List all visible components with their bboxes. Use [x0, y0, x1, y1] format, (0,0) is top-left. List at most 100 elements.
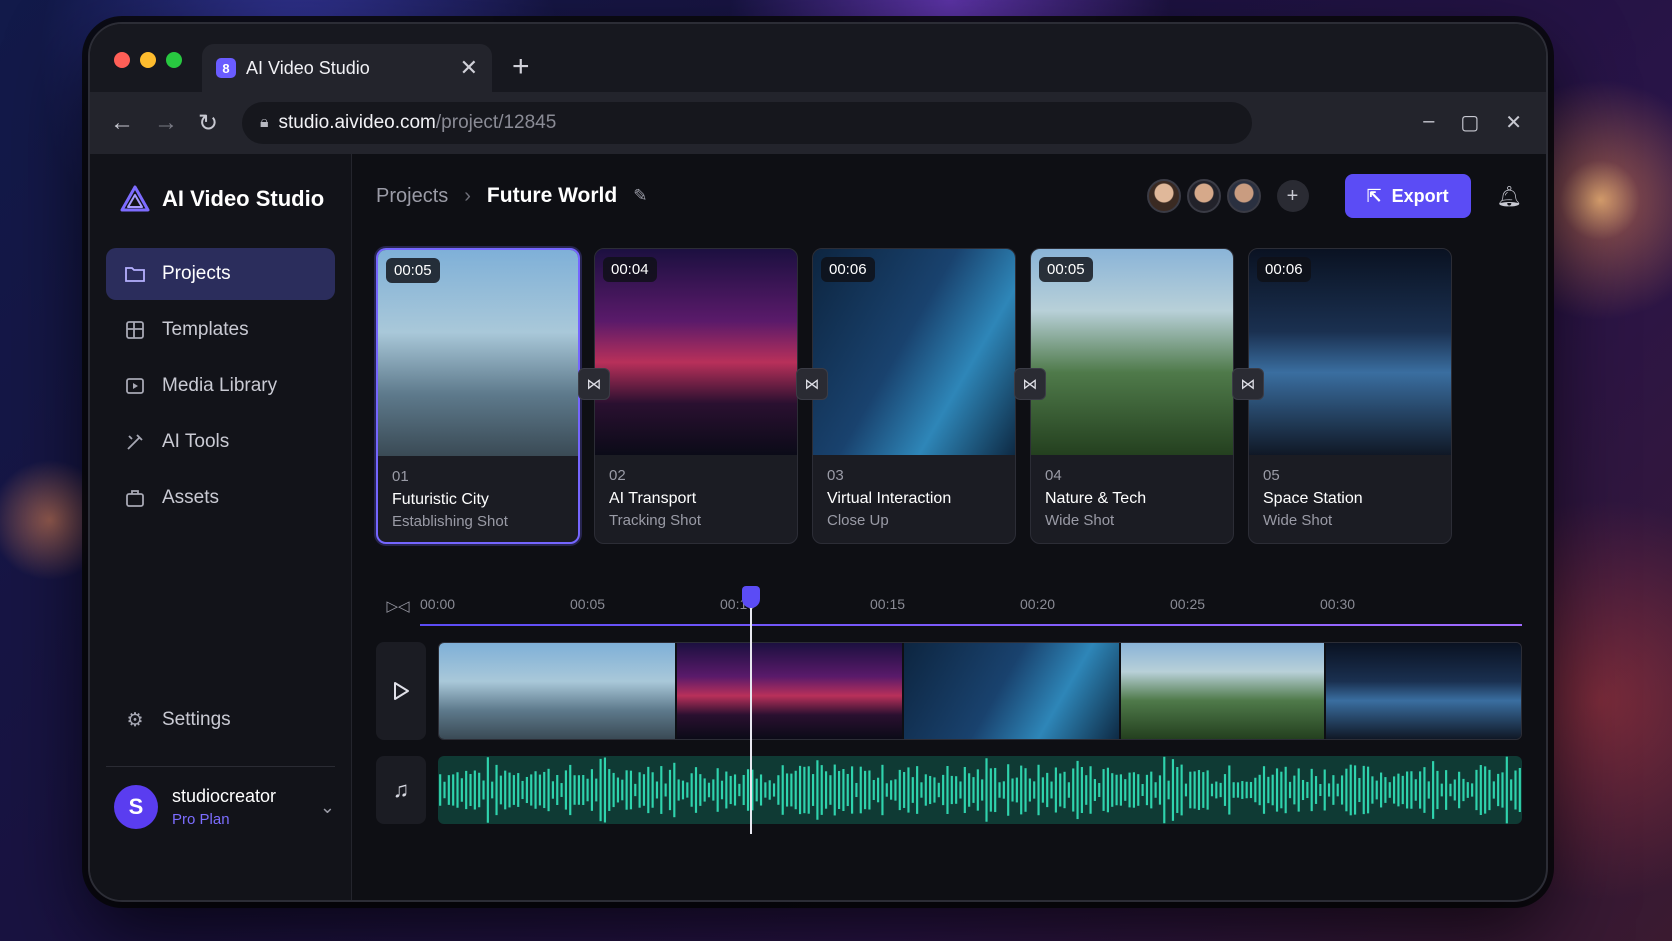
- collaborator-avatars: [1146, 179, 1261, 213]
- user-menu[interactable]: S studiocreator Pro Plan ⌄: [106, 766, 335, 829]
- minimize-window-button[interactable]: [140, 52, 156, 68]
- assets-icon: [124, 487, 146, 509]
- scene-shot-type: Close Up: [827, 512, 889, 529]
- bell-icon[interactable]: 🔔︎: [1497, 184, 1522, 209]
- collaborator-avatar[interactable]: [1146, 179, 1181, 213]
- new-tab-icon[interactable]: +: [512, 50, 530, 84]
- waveform-graphic: [439, 756, 1521, 824]
- close-tab-icon[interactable]: ✕: [460, 55, 478, 81]
- maximize-icon[interactable]: ▢: [1460, 110, 1479, 135]
- app-favicon-icon: 8: [216, 58, 236, 78]
- scene-title: Space Station: [1263, 490, 1363, 507]
- sidebar-item-label: Projects: [162, 263, 231, 284]
- page-title: Future World: [486, 184, 618, 207]
- scene-card[interactable]: 00:06 05 Space Station Wide Shot: [1248, 248, 1452, 544]
- collaborator-avatar[interactable]: [1186, 179, 1221, 213]
- scene-number: 04: [1045, 467, 1062, 484]
- sidebar-item-label: Assets: [162, 487, 220, 508]
- scene-shot-type: Tracking Shot: [609, 512, 701, 529]
- scene-card[interactable]: 00:05 01 Futuristic City Establishing Sh…: [376, 248, 580, 544]
- transition-icon[interactable]: ⋈: [796, 368, 828, 400]
- scene-thumbnail: 00:05: [1031, 249, 1233, 455]
- back-icon[interactable]: ←: [110, 109, 134, 137]
- transition-icon[interactable]: ⋈: [578, 368, 610, 400]
- scene-card[interactable]: 00:06 03 Virtual Interaction Close Up: [812, 248, 1016, 544]
- address-bar[interactable]: 🔒︎ studio.aivideo.com /project/12845: [242, 102, 1252, 144]
- editor-header: Projects › Future World ✎ + ⇱ Export 🔔︎: [376, 154, 1522, 238]
- chevron-right-icon: ›: [464, 184, 471, 207]
- scene-duration: 00:05: [1039, 257, 1093, 282]
- transition-icon[interactable]: ⋈: [1232, 368, 1264, 400]
- lock-icon: 🔒︎: [260, 114, 269, 131]
- video-clip-strip[interactable]: [438, 642, 1522, 740]
- media-library-icon: [124, 375, 146, 397]
- browser-tab[interactable]: 8 AI Video Studio ✕: [202, 44, 492, 92]
- edit-pencil-icon[interactable]: ✎: [633, 186, 647, 206]
- sidebar-item-label: Media Library: [162, 375, 278, 396]
- music-note-icon: ♫: [392, 777, 410, 802]
- sidebar: AI Video Studio Projects Templates Media…: [90, 154, 352, 900]
- sidebar-item-media-library[interactable]: Media Library: [106, 360, 335, 412]
- sidebar-item-ai-tools[interactable]: AI Tools: [106, 416, 335, 468]
- scene-title: Futuristic City: [392, 491, 489, 508]
- settings-section: ⚙ Settings: [106, 694, 335, 750]
- scene-thumbnail: 00:06: [1249, 249, 1451, 455]
- timeline-tick: 00:05: [570, 596, 606, 612]
- browser-window: 8 AI Video Studio ✕ + ← → ↻ 🔒︎ studio.ai…: [88, 22, 1548, 902]
- scene-card[interactable]: 00:04 02 AI Transport Tracking Shot: [594, 248, 798, 544]
- export-button[interactable]: ⇱ Export: [1344, 174, 1471, 218]
- scene-list: 00:05 01 Futuristic City Establishing Sh…: [376, 248, 1522, 544]
- os-window-controls: – ▢ ✕: [1423, 110, 1522, 135]
- transition-icon[interactable]: ⋈: [1014, 368, 1046, 400]
- chevron-down-icon[interactable]: ⌄: [320, 797, 335, 818]
- scene-title: Nature & Tech: [1045, 490, 1147, 507]
- music-button[interactable]: ♫: [376, 756, 426, 824]
- user-plan: Pro Plan: [172, 811, 230, 828]
- sidebar-item-templates[interactable]: Templates: [106, 304, 335, 356]
- minimize-icon[interactable]: –: [1423, 110, 1434, 135]
- add-collaborator-button[interactable]: +: [1276, 180, 1309, 212]
- playhead[interactable]: [742, 586, 760, 834]
- sidebar-item-projects[interactable]: Projects: [106, 248, 335, 300]
- sidebar-item-label: Templates: [162, 319, 249, 340]
- scene-shot-type: Wide Shot: [1263, 512, 1333, 529]
- timeline-ticks: 00:00 00:05 00:10 00:15 00:20 00:25 00:3…: [420, 586, 1522, 626]
- forward-icon[interactable]: →: [154, 109, 178, 137]
- scene-duration: 00:05: [386, 258, 440, 283]
- video-clip[interactable]: [904, 643, 1121, 739]
- close-icon[interactable]: ✕: [1505, 110, 1522, 135]
- scene-number: 03: [827, 467, 844, 484]
- collaborator-avatar[interactable]: [1226, 179, 1261, 213]
- url-path: /project/12845: [435, 112, 557, 133]
- playhead-handle[interactable]: [742, 586, 760, 608]
- sidebar-item-assets[interactable]: Assets: [106, 472, 335, 524]
- snap-icon[interactable]: ▷◁: [376, 597, 420, 615]
- sidebar-item-settings[interactable]: ⚙ Settings: [106, 694, 335, 746]
- video-clip[interactable]: [1120, 643, 1327, 739]
- timeline-ruler[interactable]: ▷◁ 00:00 00:05 00:10 00:15 00:20 00:25 0…: [376, 586, 1522, 626]
- close-window-button[interactable]: [114, 52, 130, 68]
- video-clip[interactable]: [1326, 643, 1521, 739]
- tab-strip: 8 AI Video Studio ✕ +: [90, 24, 1546, 92]
- play-button[interactable]: [376, 642, 426, 740]
- folder-icon: [124, 263, 146, 285]
- scene-shot-type: Establishing Shot: [392, 513, 508, 530]
- play-icon: [394, 682, 409, 700]
- timeline-tick: 00:15: [870, 596, 906, 612]
- templates-icon: [124, 319, 146, 341]
- maximize-window-button[interactable]: [166, 52, 182, 68]
- breadcrumb: Projects › Future World ✎: [376, 184, 647, 208]
- scene-card[interactable]: 00:05 04 Nature & Tech Wide Shot: [1030, 248, 1234, 544]
- app-body: AI Video Studio Projects Templates Media…: [90, 154, 1546, 900]
- audio-track: ♫: [376, 756, 1522, 824]
- scene-number: 01: [392, 468, 409, 485]
- audio-waveform[interactable]: [438, 756, 1522, 824]
- video-clip[interactable]: [439, 643, 678, 739]
- video-clip[interactable]: [677, 643, 905, 739]
- sidebar-item-label: AI Tools: [162, 431, 230, 452]
- avatar: S: [114, 785, 158, 829]
- reload-icon[interactable]: ↻: [198, 109, 218, 138]
- scene-thumbnail: 00:06: [813, 249, 1015, 455]
- breadcrumb-projects-link[interactable]: Projects: [376, 185, 448, 208]
- timeline-tick: 00:20: [1020, 596, 1056, 612]
